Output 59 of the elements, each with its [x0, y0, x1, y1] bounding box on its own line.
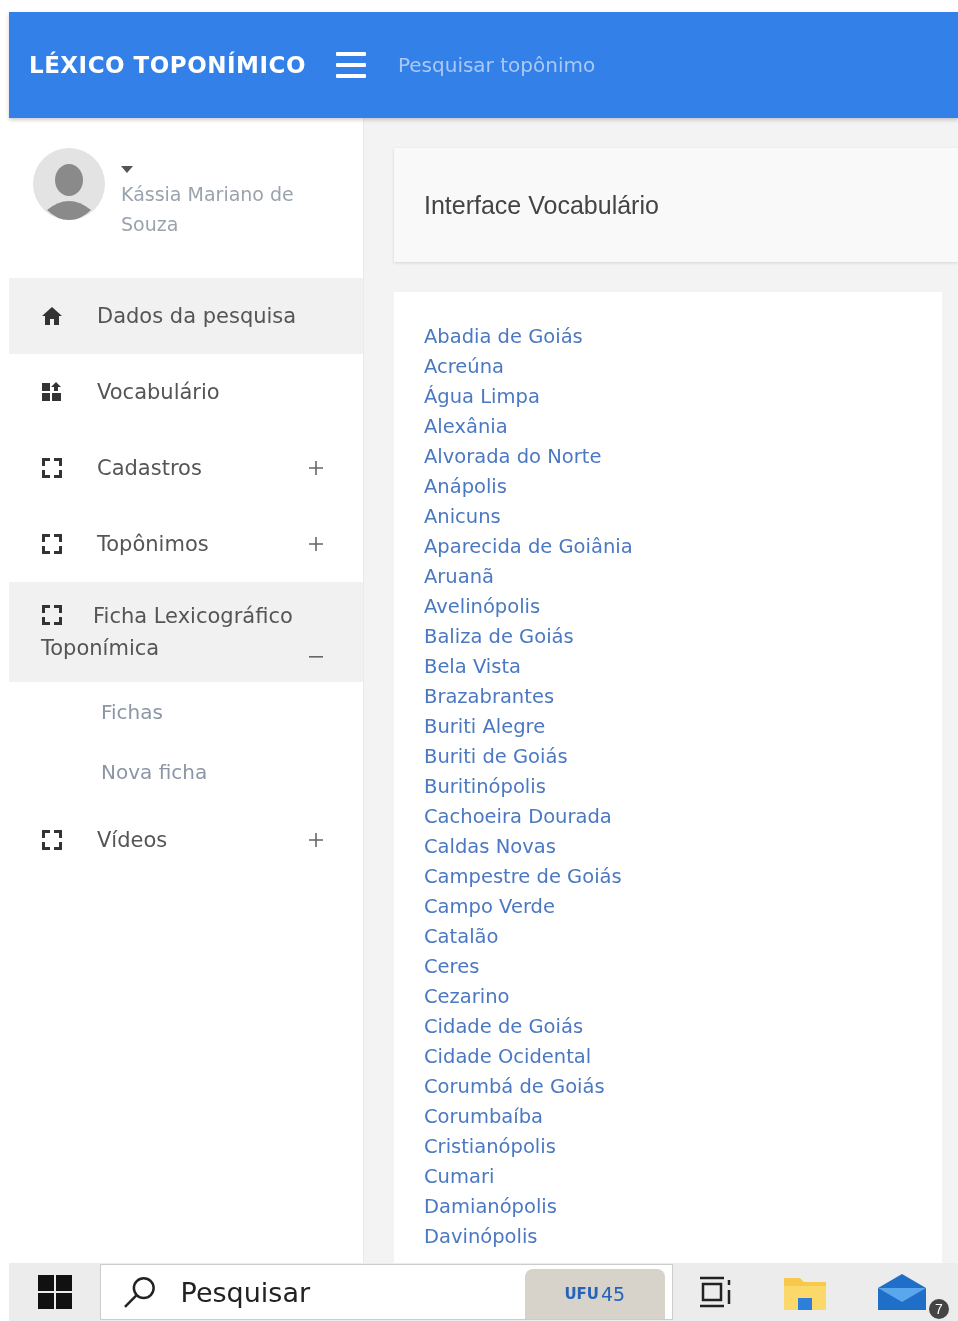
menu-button[interactable] — [335, 52, 366, 78]
place-link[interactable]: Acreúna — [424, 352, 912, 382]
place-link[interactable]: Abadia de Goiás — [424, 322, 912, 352]
place-link[interactable]: Buritinópolis — [424, 772, 912, 802]
plus-icon[interactable] — [309, 833, 323, 847]
windows-icon — [37, 1275, 72, 1309]
frame-icon — [41, 457, 63, 479]
mail-button[interactable]: 7 — [853, 1263, 951, 1321]
place-link[interactable]: Ceres — [424, 952, 912, 982]
place-link[interactable]: Anicuns — [424, 502, 912, 532]
place-link[interactable]: Corumbaíba — [424, 1102, 912, 1132]
place-link[interactable]: Alexânia — [424, 412, 912, 442]
place-link[interactable]: Buriti de Goiás — [424, 742, 912, 772]
place-link[interactable]: Davinópolis — [424, 1222, 912, 1252]
plus-icon[interactable] — [309, 461, 323, 475]
place-link[interactable]: Brazabrantes — [424, 682, 912, 712]
menu-item[interactable]: Ficha Lexicográfico Toponímica — [9, 582, 363, 682]
submenu-item[interactable]: Nova ficha — [9, 742, 363, 802]
place-link[interactable]: Aruanã — [424, 562, 912, 592]
taskbar-search-field[interactable]: Pesquisar UFU 45 — [100, 1264, 673, 1320]
place-link[interactable]: Baliza de Goiás — [424, 622, 912, 652]
caret-icon[interactable] — [121, 166, 133, 173]
place-link[interactable]: Aparecida de Goiânia — [424, 532, 912, 562]
place-link[interactable]: Cidade Ocidental — [424, 1042, 912, 1072]
submenu-item[interactable]: Fichas — [9, 682, 363, 742]
place-link[interactable]: Campestre de Goiás — [424, 862, 912, 892]
frame-icon — [41, 533, 63, 555]
place-link[interactable]: Caldas Novas — [424, 832, 912, 862]
menu-item[interactable]: Dados da pesquisa — [9, 278, 363, 354]
place-link[interactable]: Alvorada do Norte — [424, 442, 912, 472]
place-link[interactable]: Corumbá de Goiás — [424, 1072, 912, 1102]
place-link[interactable]: Cezarino — [424, 982, 912, 1012]
frame-icon — [41, 829, 63, 851]
place-link[interactable]: Cumari — [424, 1162, 912, 1192]
place-link[interactable]: Campo Verde — [424, 892, 912, 922]
search-field[interactable]: Pesquisar topônimo — [395, 52, 800, 78]
user-name: Kássia Mariano de Souza — [121, 182, 295, 237]
mail-icon — [878, 1274, 926, 1310]
place-link[interactable]: Buriti Alegre — [424, 712, 912, 742]
search-highlight-logo[interactable]: UFU 45 — [524, 1269, 665, 1319]
place-link[interactable]: Cachoeira Dourada — [424, 802, 912, 832]
place-link[interactable]: Cristianópolis — [424, 1132, 912, 1162]
place-link[interactable]: Bela Vista — [424, 652, 912, 682]
place-link[interactable]: Catalão — [424, 922, 912, 952]
plus-icon[interactable] — [309, 537, 323, 551]
place-link[interactable]: Água Limpa — [424, 382, 912, 412]
task-view-icon — [698, 1276, 732, 1308]
avatar-icon — [33, 148, 105, 220]
place-link[interactable]: Anápolis — [424, 472, 912, 502]
page-title: Interface Vocabulário — [394, 148, 958, 262]
search-icon — [123, 1275, 157, 1309]
mail-count-badge: 7 — [929, 1299, 949, 1319]
place-link[interactable]: Damianópolis — [424, 1192, 912, 1222]
frame-icon — [41, 604, 63, 626]
place-link[interactable]: Avelinópolis — [424, 592, 912, 622]
place-link[interactable]: Cidade de Goiás — [424, 1012, 912, 1042]
home-icon — [41, 305, 63, 327]
app-title: LÉXICO TOPONÍMICO — [29, 52, 306, 78]
tiles-icon — [41, 381, 63, 403]
